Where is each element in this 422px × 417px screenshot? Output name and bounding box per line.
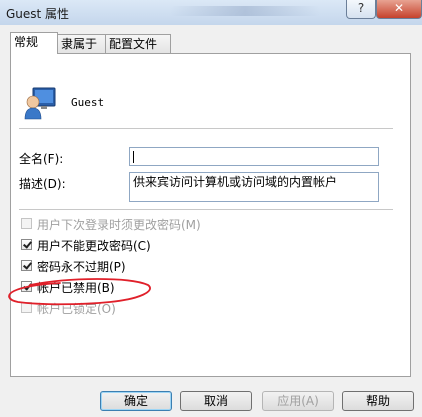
- description-label: 描述(D):: [19, 177, 66, 191]
- checkbox-label: 用户不能更改密码(C): [37, 239, 151, 253]
- checkbox-label: 用户下次登录时须更改密码(M): [37, 218, 201, 232]
- checkbox-label: 帐户已禁用(B): [37, 281, 115, 295]
- checkbox-box[interactable]: [21, 260, 32, 271]
- full-name-input[interactable]: [129, 147, 379, 166]
- checkbox-box[interactable]: [21, 218, 32, 229]
- checkbox-label: 帐户已锁定(O): [37, 302, 116, 316]
- checkbox-box[interactable]: [21, 281, 32, 292]
- user-name: Guest: [71, 96, 105, 109]
- title-bar: Guest 属性 ? ✕: [0, 0, 422, 26]
- full-name-label: 全名(F):: [19, 152, 64, 166]
- tab-member-of[interactable]: 隶属于: [57, 34, 111, 53]
- text-caret: [133, 151, 134, 163]
- tab-general[interactable]: 常规: [10, 32, 58, 54]
- description-input[interactable]: 供来宾访问计算机或访问域的内置帐户: [129, 172, 379, 202]
- apply-button[interactable]: 应用(A): [262, 391, 334, 411]
- checkbox-box[interactable]: [21, 302, 32, 313]
- properties-window: 常规 隶属于 配置文件 Guest 全名(F): 描述(D): 供来宾访问计算机…: [0, 25, 422, 417]
- checkbox-box[interactable]: [21, 239, 32, 250]
- ok-button[interactable]: 确定: [100, 391, 172, 411]
- window-title: Guest 属性: [6, 7, 70, 21]
- tab-profile[interactable]: 配置文件: [105, 34, 171, 53]
- user-icon: [24, 87, 56, 120]
- cancel-button[interactable]: 取消: [180, 391, 252, 411]
- blurred-title-area: [170, 6, 320, 16]
- help-dialog-button[interactable]: 帮助: [342, 391, 414, 411]
- divider-top: [19, 128, 393, 129]
- close-button[interactable]: ✕: [376, 0, 422, 19]
- checkbox-label: 密码永不过期(P): [37, 260, 126, 274]
- help-button[interactable]: ?: [346, 0, 376, 19]
- general-panel: Guest 全名(F): 描述(D): 供来宾访问计算机或访问域的内置帐户 用户…: [10, 53, 411, 377]
- divider-middle: [19, 209, 393, 210]
